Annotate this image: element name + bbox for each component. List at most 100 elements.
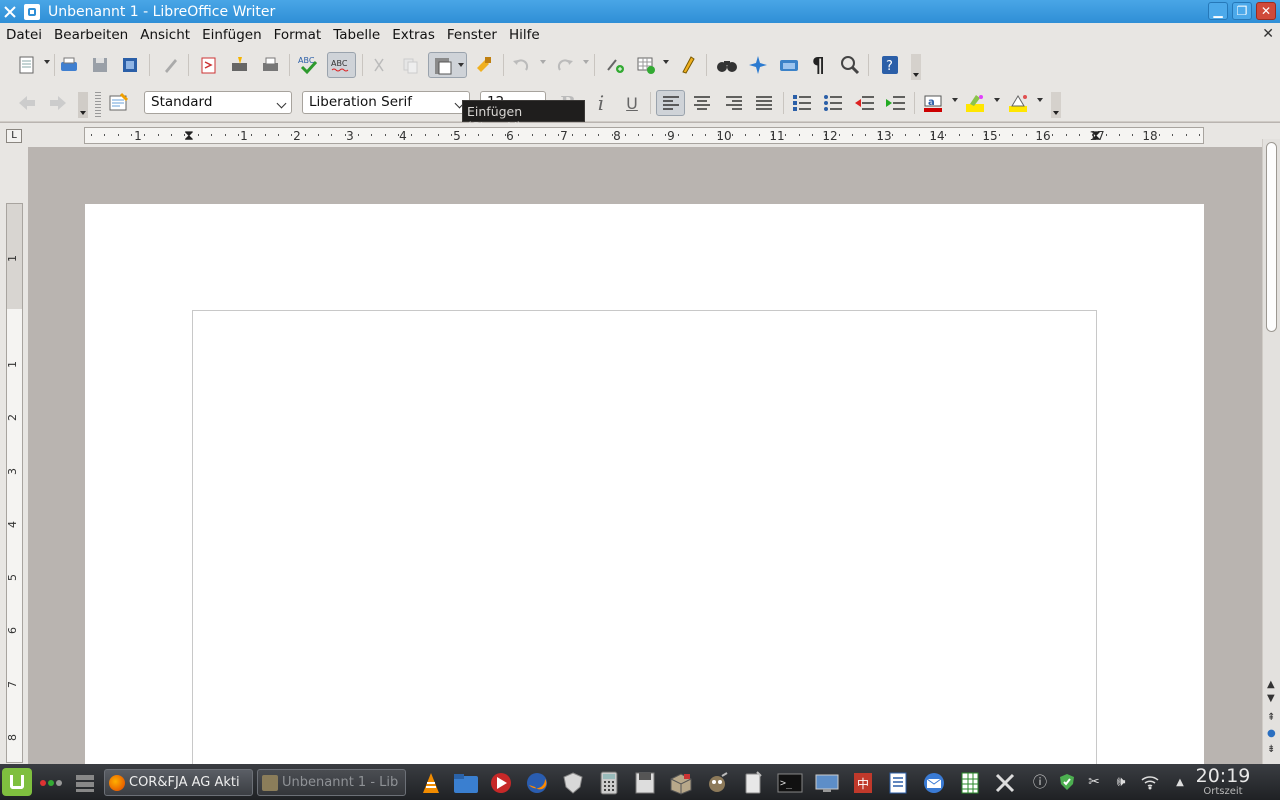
spellcheck-icon[interactable]: ABC <box>296 52 322 78</box>
save-disk-icon[interactable] <box>632 770 658 796</box>
paste-button[interactable] <box>428 52 467 78</box>
text-editor-icon[interactable] <box>740 770 766 796</box>
text-boundaries[interactable] <box>192 310 1097 764</box>
info-icon[interactable]: ⓘ <box>1030 772 1050 792</box>
wifi-icon[interactable] <box>1140 772 1160 792</box>
tray-expand-icon[interactable]: ▲ <box>1170 772 1190 792</box>
task-button-browser[interactable]: COR&FJA AG Akti <box>104 769 253 796</box>
next-page-icon[interactable]: ⇟ <box>1267 745 1275 755</box>
print-icon[interactable] <box>56 52 82 78</box>
redo-icon[interactable] <box>552 52 578 78</box>
font-name-select[interactable]: Liberation Serif <box>302 91 470 114</box>
vertical-ruler[interactable]: 1 1 2 3 4 5 6 7 8 <box>6 203 23 763</box>
font-color-icon[interactable]: a <box>921 90 947 116</box>
menu-ansicht[interactable]: Ansicht <box>134 27 196 43</box>
gimp-icon[interactable] <box>704 770 730 796</box>
formatting-marks-icon[interactable]: ¶ <box>806 52 832 78</box>
new-dropdown-icon[interactable] <box>44 60 50 64</box>
firefox-launcher-icon[interactable] <box>524 770 550 796</box>
vertical-scrollbar[interactable]: ▲ ▼ ⇞ ● ⇟ <box>1262 139 1280 764</box>
dictionary-icon[interactable]: 中 <box>850 770 876 796</box>
menu-datei[interactable]: Datei <box>0 27 48 43</box>
align-center-icon[interactable] <box>689 90 715 116</box>
highlighting-icon[interactable] <box>963 90 989 116</box>
print-direct-icon[interactable] <box>227 52 253 78</box>
window-list-icon[interactable] <box>72 770 98 796</box>
edit-mode-icon[interactable] <box>158 52 184 78</box>
menu-fenster[interactable]: Fenster <box>441 27 503 43</box>
maximize-button[interactable]: ❐ <box>1232 2 1252 20</box>
justify-icon[interactable] <box>751 90 777 116</box>
vlc-icon[interactable] <box>418 770 444 796</box>
left-indent-marker[interactable]: ⧗ <box>184 128 194 144</box>
align-left-icon[interactable] <box>656 90 685 116</box>
new-document-icon[interactable] <box>14 52 40 78</box>
menu-einfuegen[interactable]: Einfügen <box>196 27 268 43</box>
print-preview-icon[interactable] <box>258 52 284 78</box>
terminal-icon[interactable]: >_ <box>777 770 803 796</box>
start-menu-button[interactable] <box>2 768 32 796</box>
menu-bearbeiten[interactable]: Bearbeiten <box>48 27 134 43</box>
menu-extras[interactable]: Extras <box>386 27 441 43</box>
pdf-direct-icon[interactable] <box>196 52 222 78</box>
highlighting-dropdown-icon[interactable] <box>994 98 1000 102</box>
previous-page-icon[interactable]: ⇞ <box>1267 713 1275 723</box>
minimize-button[interactable]: ▁ <box>1208 2 1228 20</box>
volume-icon[interactable]: 🕪 <box>1111 772 1131 792</box>
close-document-button[interactable]: ✕ <box>1262 26 1274 42</box>
format-toolbar-overflow-button[interactable] <box>1051 92 1061 118</box>
package-manager-icon[interactable] <box>668 770 694 796</box>
document-page[interactable] <box>85 204 1204 764</box>
navigation-icon[interactable]: ● <box>1267 729 1276 739</box>
undo-icon[interactable] <box>508 52 534 78</box>
clone-formatting-icon[interactable] <box>471 52 497 78</box>
window-menu-icon[interactable] <box>0 0 20 23</box>
remote-desktop-icon[interactable] <box>814 770 840 796</box>
media-player-icon[interactable] <box>488 770 514 796</box>
table-dropdown-icon[interactable] <box>663 60 669 64</box>
font-color-dropdown-icon[interactable] <box>952 98 958 102</box>
increase-indent-icon[interactable] <box>882 90 908 116</box>
save-icon[interactable] <box>87 52 113 78</box>
scroll-up-icon[interactable]: ▲ <box>1267 680 1275 690</box>
export-pdf-icon[interactable] <box>117 52 143 78</box>
bullets-icon[interactable] <box>820 90 846 116</box>
scroll-down-icon[interactable]: ▼ <box>1267 694 1275 704</box>
file-manager-icon[interactable] <box>453 770 479 796</box>
numbering-icon[interactable] <box>789 90 815 116</box>
undo-dropdown-icon[interactable] <box>540 60 546 64</box>
tab-type-button[interactable]: L <box>6 129 22 143</box>
italic-button[interactable]: i <box>588 90 614 116</box>
thunderbird-icon[interactable] <box>921 770 947 796</box>
auto-spellcheck-icon[interactable]: ABC <box>327 52 356 78</box>
writer-launcher-icon[interactable] <box>885 770 911 796</box>
toolbar-grip[interactable] <box>95 92 101 118</box>
underline-button[interactable]: U <box>619 90 645 116</box>
calculator-icon[interactable] <box>596 770 622 796</box>
document-area[interactable] <box>28 147 1262 764</box>
update-shield-icon[interactable] <box>1057 772 1077 792</box>
horizontal-ruler[interactable]: 1 ⧗ 1 2 3 4 5 6 7 8 9 10 11 12 13 14 15 … <box>84 127 1204 144</box>
menu-format[interactable]: Format <box>268 27 328 43</box>
toolbar-overflow-button[interactable] <box>911 54 921 80</box>
task-button-writer[interactable]: Unbenannt 1 - Lib <box>257 769 406 796</box>
calc-launcher-icon[interactable] <box>957 770 983 796</box>
cut-icon[interactable] <box>366 52 392 78</box>
close-window-button[interactable]: ✕ <box>1256 2 1276 20</box>
security-shield-icon[interactable] <box>560 770 586 796</box>
scrollbar-thumb[interactable] <box>1266 142 1277 332</box>
background-color-icon[interactable] <box>1006 90 1032 116</box>
clipboard-scissors-icon[interactable]: ✂ <box>1084 772 1104 792</box>
help-icon[interactable]: ? <box>877 52 903 78</box>
align-right-icon[interactable] <box>721 90 747 116</box>
paragraph-style-select[interactable]: Standard <box>144 91 292 114</box>
gallery-icon[interactable] <box>776 52 802 78</box>
insert-hyperlink-icon[interactable] <box>602 52 628 78</box>
background-color-dropdown-icon[interactable] <box>1037 98 1043 102</box>
system-settings-icon[interactable] <box>992 770 1018 796</box>
find-replace-icon[interactable] <box>714 52 740 78</box>
show-draw-functions-icon[interactable] <box>675 52 701 78</box>
nav-toolbar-overflow-button[interactable] <box>78 92 88 118</box>
menu-hilfe[interactable]: Hilfe <box>503 27 546 43</box>
show-desktop-icon[interactable] <box>38 770 64 796</box>
